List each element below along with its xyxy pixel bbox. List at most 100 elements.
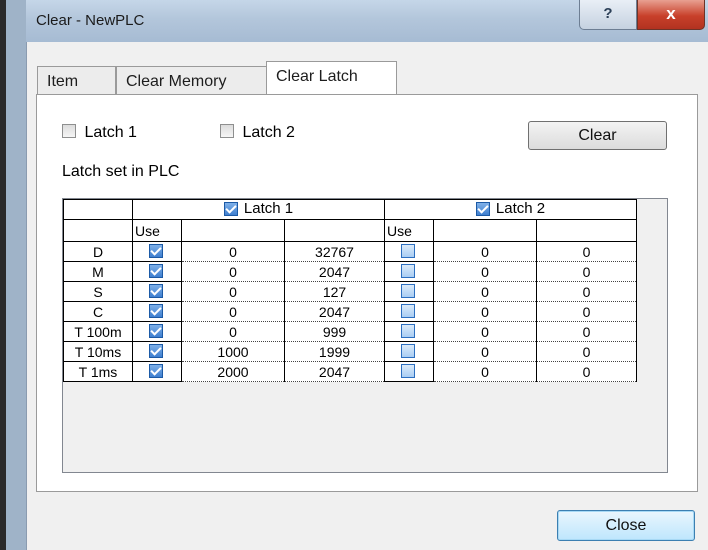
latch2-group-checkbox[interactable]	[475, 201, 490, 216]
tab-clear-memory[interactable]: Clear Memory	[116, 66, 267, 94]
latch-grid[interactable]: Latch 1 Latch 2 Use Use D 0 32767 0 0 M 0 2047 0…	[62, 198, 668, 473]
latch2-use-cell[interactable]	[384, 241, 434, 262]
latch1-use-cell[interactable]	[132, 261, 182, 282]
tab-clear-memory-label: Clear Memory	[126, 73, 227, 90]
latch2-start-header	[433, 219, 537, 242]
use-checkbox[interactable]	[401, 283, 415, 298]
latch1-start-cell[interactable]: 2000	[181, 361, 285, 382]
latch1-end-cell[interactable]: 999	[284, 321, 385, 342]
latch1-end-cell[interactable]: 2047	[284, 301, 385, 322]
latch1-start-cell[interactable]: 0	[181, 261, 285, 282]
latch2-use-cell[interactable]	[384, 321, 434, 342]
latch2-end-cell[interactable]: 0	[536, 361, 637, 382]
latch2-label: Latch 2	[242, 124, 295, 141]
latch1-label: Latch 1	[84, 124, 137, 141]
window-close-button[interactable]: x	[637, 0, 705, 30]
latch2-end-cell[interactable]: 0	[536, 281, 637, 302]
latch2-use-cell[interactable]	[384, 341, 434, 362]
use-checkbox[interactable]	[149, 243, 163, 258]
use-checkbox[interactable]	[149, 343, 163, 358]
latch-set-label: Latch set in PLC	[62, 163, 180, 180]
grid-corner	[63, 199, 133, 220]
latch2-start-cell[interactable]: 0	[433, 341, 537, 362]
latch2-start-cell[interactable]: 0	[433, 241, 537, 262]
latch2-start-cell[interactable]: 0	[433, 261, 537, 282]
use-checkbox[interactable]	[149, 323, 163, 338]
use-checkbox[interactable]	[149, 263, 163, 278]
latch1-end-cell[interactable]: 2047	[284, 261, 385, 282]
use-checkbox[interactable]	[401, 243, 415, 258]
latch1-end-cell[interactable]: 32767	[284, 241, 385, 262]
use-checkbox[interactable]	[401, 303, 415, 318]
latch2-use-cell[interactable]	[384, 301, 434, 322]
latch1-option[interactable]: Latch 1	[62, 124, 137, 142]
latch2-end-cell[interactable]: 0	[536, 341, 637, 362]
latch2-start-cell[interactable]: 0	[433, 361, 537, 382]
use-checkbox[interactable]	[401, 263, 415, 278]
use-checkbox[interactable]	[401, 323, 415, 338]
clear-button[interactable]: Clear	[528, 121, 667, 150]
latch1-use-cell[interactable]	[132, 281, 182, 302]
grid-corner-sub	[63, 219, 133, 242]
help-button[interactable]: ?	[579, 0, 637, 30]
latch2-end-cell[interactable]: 0	[536, 261, 637, 282]
latch1-use-header: Use	[132, 219, 182, 242]
latch1-checkbox[interactable]	[62, 124, 76, 138]
latch2-end-cell[interactable]: 0	[536, 301, 637, 322]
tab-clear-latch[interactable]: Clear Latch	[266, 61, 397, 94]
use-checkbox[interactable]	[401, 343, 415, 358]
window-left-edge	[0, 0, 26, 550]
close-button[interactable]: Close	[557, 510, 695, 541]
latch2-start-cell[interactable]: 0	[433, 281, 537, 302]
latch2-group-label: Latch 2	[495, 200, 546, 218]
latch1-group-label: Latch 1	[243, 200, 294, 218]
latch2-end-cell[interactable]: 0	[536, 321, 637, 342]
latch2-end-header	[536, 219, 637, 242]
latch2-end-cell[interactable]: 0	[536, 241, 637, 262]
latch1-start-cell[interactable]: 0	[181, 321, 285, 342]
table-row: D 0 32767 0 0	[63, 241, 637, 262]
latch1-use-cell[interactable]	[132, 341, 182, 362]
latch1-start-cell[interactable]: 0	[181, 241, 285, 262]
tab-item-label: Item	[47, 73, 79, 90]
tab-clear-latch-label: Clear Latch	[276, 68, 358, 85]
title-bar[interactable]: Clear - NewPLC ? x	[26, 0, 708, 42]
device-name-cell: M	[63, 261, 133, 282]
latch1-use-cell[interactable]	[132, 301, 182, 322]
use-checkbox[interactable]	[149, 303, 163, 318]
latch1-end-cell[interactable]: 2047	[284, 361, 385, 382]
table-row: T 100m 0 999 0 0	[63, 321, 637, 342]
device-name-cell: T 10ms	[63, 341, 133, 362]
latch1-use-cell[interactable]	[132, 241, 182, 262]
latch2-start-cell[interactable]: 0	[433, 321, 537, 342]
latch1-start-cell[interactable]: 0	[181, 301, 285, 322]
tab-item[interactable]: Item	[37, 66, 116, 94]
use-checkbox[interactable]	[149, 283, 163, 298]
section-separator	[399, 175, 663, 176]
latch2-use-cell[interactable]	[384, 361, 434, 382]
latch1-end-cell[interactable]: 1999	[284, 341, 385, 362]
device-name-cell: C	[63, 301, 133, 322]
latch2-checkbox[interactable]	[220, 124, 234, 138]
latch1-end-cell[interactable]: 127	[284, 281, 385, 302]
use-checkbox[interactable]	[401, 363, 415, 378]
latch2-use-cell[interactable]	[384, 281, 434, 302]
latch1-group-checkbox[interactable]	[223, 201, 238, 216]
use-checkbox[interactable]	[149, 363, 163, 378]
table-row: M 0 2047 0 0	[63, 261, 637, 282]
device-name-cell: T 100m	[63, 321, 133, 342]
latch2-option[interactable]: Latch 2	[220, 124, 295, 142]
latch1-start-cell[interactable]: 0	[181, 281, 285, 302]
latch1-group-header: Latch 1	[132, 199, 385, 220]
table-row: T 10ms 1000 1999 0 0	[63, 341, 637, 362]
latch2-group-header: Latch 2	[384, 199, 637, 220]
latch2-use-header: Use	[384, 219, 434, 242]
latch1-use-cell[interactable]	[132, 361, 182, 382]
table-row: T 1ms 2000 2047 0 0	[63, 361, 637, 382]
latch2-use-cell[interactable]	[384, 261, 434, 282]
latch2-start-cell[interactable]: 0	[433, 301, 537, 322]
latch1-end-header	[284, 219, 385, 242]
latch1-start-cell[interactable]: 1000	[181, 341, 285, 362]
latch1-use-cell[interactable]	[132, 321, 182, 342]
device-name-cell: T 1ms	[63, 361, 133, 382]
